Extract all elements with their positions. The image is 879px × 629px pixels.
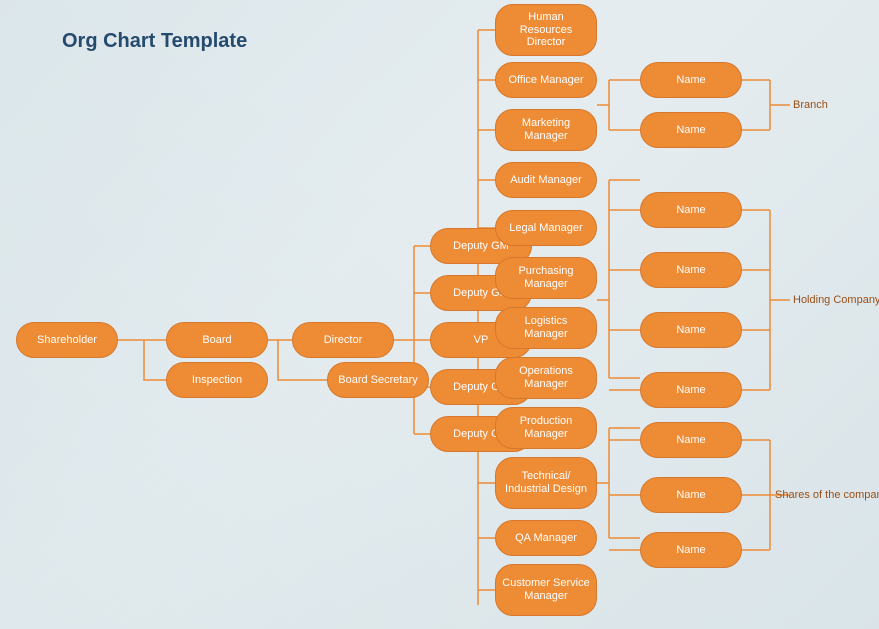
node-label: Customer Service Manager <box>502 577 590 602</box>
node-name-h4[interactable]: Name <box>640 372 742 408</box>
node-label: Director <box>324 334 363 347</box>
node-legal-manager[interactable]: Legal Manager <box>495 210 597 246</box>
node-label: Name <box>676 489 705 502</box>
node-name-b2[interactable]: Name <box>640 112 742 148</box>
node-label: Audit Manager <box>510 174 582 187</box>
node-name-h3[interactable]: Name <box>640 312 742 348</box>
node-label: Marketing Manager <box>502 117 590 142</box>
group-label-holding: Holding Company <box>793 294 879 306</box>
node-label: Name <box>676 204 705 217</box>
node-board[interactable]: Board <box>166 322 268 358</box>
node-label: Name <box>676 124 705 137</box>
node-name-s3[interactable]: Name <box>640 532 742 568</box>
page-title: Org Chart Template <box>62 30 247 53</box>
node-label: Production Manager <box>502 415 590 440</box>
node-label: Legal Manager <box>509 222 582 235</box>
node-label: Name <box>676 544 705 557</box>
node-logistics-manager[interactable]: Logistics Manager <box>495 307 597 349</box>
node-label: Logistics Manager <box>502 315 590 340</box>
node-hr-director[interactable]: Human Resources Director <box>495 4 597 56</box>
node-label: Name <box>676 264 705 277</box>
node-label: Name <box>676 384 705 397</box>
node-production-manager[interactable]: Production Manager <box>495 407 597 449</box>
connector-lines <box>0 0 879 629</box>
node-label: Technical/ Industrial Design <box>502 470 590 495</box>
node-audit-manager[interactable]: Audit Manager <box>495 162 597 198</box>
node-label: Inspection <box>192 374 242 387</box>
node-name-b1[interactable]: Name <box>640 62 742 98</box>
node-label: Name <box>676 434 705 447</box>
group-label-shares: Shares of the company <box>775 489 879 501</box>
node-inspection[interactable]: Inspection <box>166 362 268 398</box>
node-name-s2[interactable]: Name <box>640 477 742 513</box>
node-label: Board Secretary <box>338 374 417 387</box>
node-operations-manager[interactable]: Operations Manager <box>495 357 597 399</box>
node-label: Purchasing Manager <box>502 265 590 290</box>
node-director[interactable]: Director <box>292 322 394 358</box>
node-name-h1[interactable]: Name <box>640 192 742 228</box>
node-tech-design[interactable]: Technical/ Industrial Design <box>495 457 597 509</box>
node-office-manager[interactable]: Office Manager <box>495 62 597 98</box>
node-label: Name <box>676 74 705 87</box>
node-board-secretary[interactable]: Board Secretary <box>327 362 429 398</box>
node-name-s1[interactable]: Name <box>640 422 742 458</box>
node-label: QA Manager <box>515 532 577 545</box>
node-label: VP <box>474 334 489 347</box>
node-qa-manager[interactable]: QA Manager <box>495 520 597 556</box>
node-label: Office Manager <box>508 74 583 87</box>
node-label: Name <box>676 324 705 337</box>
group-label-branch: Branch <box>793 99 828 111</box>
node-name-h2[interactable]: Name <box>640 252 742 288</box>
node-label: Shareholder <box>37 334 97 347</box>
node-label: Board <box>202 334 231 347</box>
node-shareholder[interactable]: Shareholder <box>16 322 118 358</box>
node-label: Human Resources Director <box>502 11 590 49</box>
node-marketing-manager[interactable]: Marketing Manager <box>495 109 597 151</box>
node-cs-manager[interactable]: Customer Service Manager <box>495 564 597 616</box>
node-purchasing-manager[interactable]: Purchasing Manager <box>495 257 597 299</box>
node-label: Operations Manager <box>502 365 590 390</box>
